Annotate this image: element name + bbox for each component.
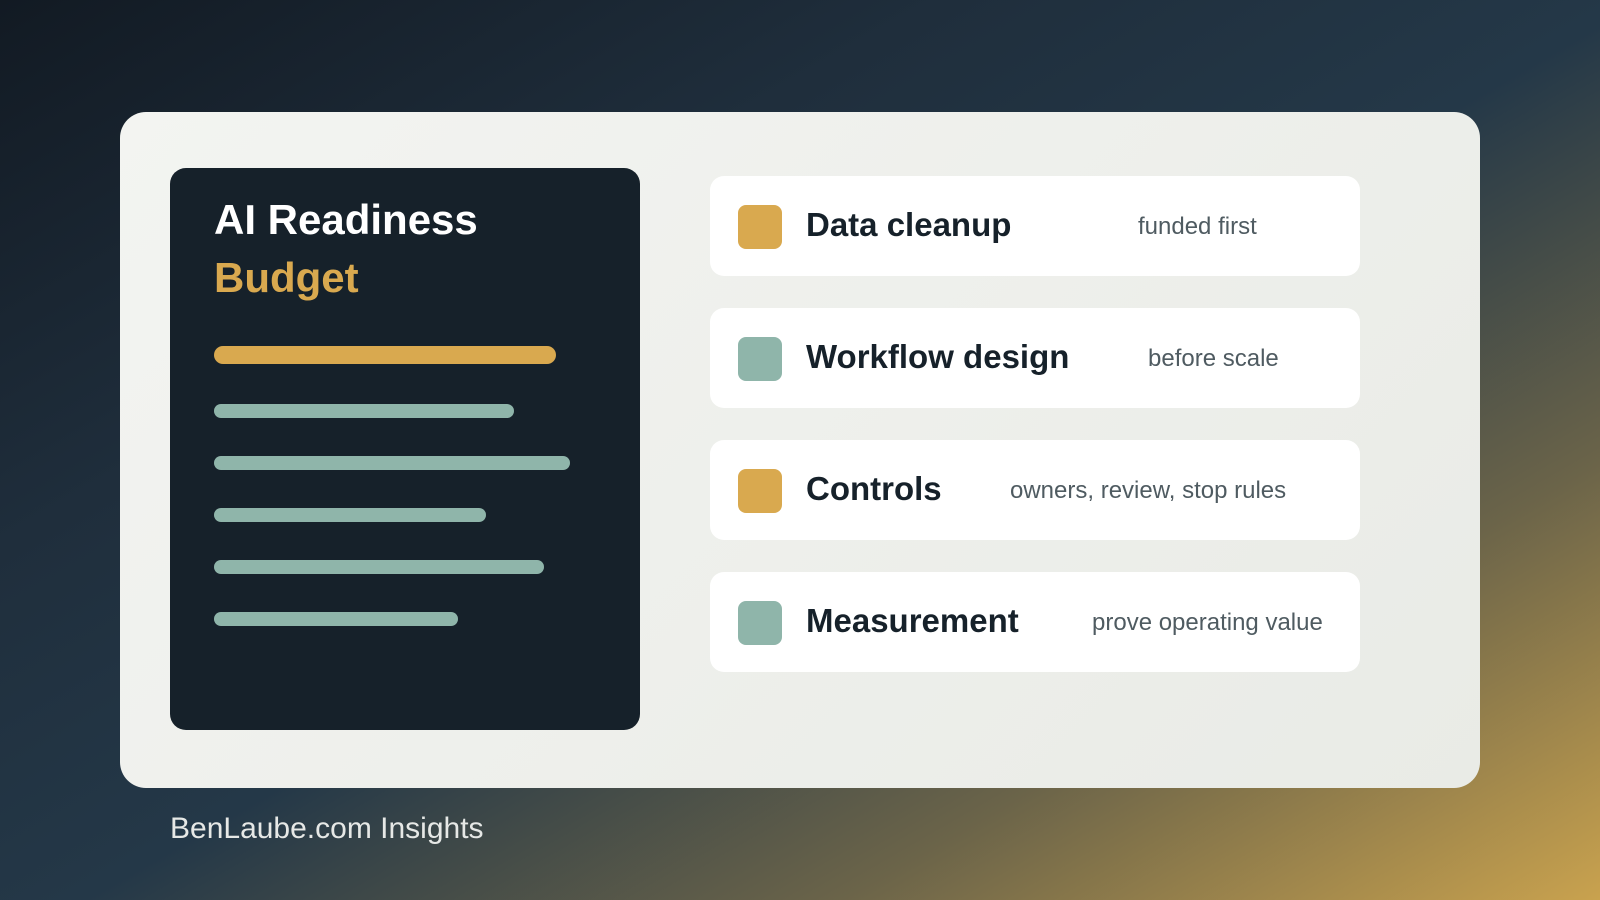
- sage-square-icon: [738, 601, 782, 645]
- doc-line: [214, 456, 570, 470]
- document-illustration-panel: [170, 168, 640, 730]
- item-data-cleanup: Data cleanup funded first: [710, 176, 1360, 276]
- item-label: Workflow design: [806, 338, 1070, 375]
- title-line-1: AI Readiness: [214, 196, 478, 243]
- item-note: funded first: [1138, 213, 1257, 240]
- item-note: prove operating value: [1092, 609, 1323, 636]
- doc-line: [214, 560, 544, 574]
- item-measurement: Measurement prove operating value: [710, 572, 1360, 672]
- doc-line: [214, 612, 458, 626]
- item-label: Measurement: [806, 602, 1019, 639]
- title-line-2: Budget: [214, 254, 359, 301]
- item-note: before scale: [1148, 345, 1279, 372]
- doc-line-accent: [214, 346, 556, 364]
- doc-line: [214, 508, 486, 522]
- sage-square-icon: [738, 337, 782, 381]
- item-label: Data cleanup: [806, 206, 1012, 243]
- item-controls: Controls owners, review, stop rules: [710, 440, 1360, 540]
- item-label: Controls: [806, 470, 942, 507]
- item-note: owners, review, stop rules: [1010, 477, 1287, 504]
- footer-brand: BenLaube.com Insights: [170, 812, 484, 845]
- doc-line: [214, 404, 514, 418]
- item-workflow-design: Workflow design before scale: [710, 308, 1360, 408]
- gold-square-icon: [738, 469, 782, 513]
- gold-square-icon: [738, 205, 782, 249]
